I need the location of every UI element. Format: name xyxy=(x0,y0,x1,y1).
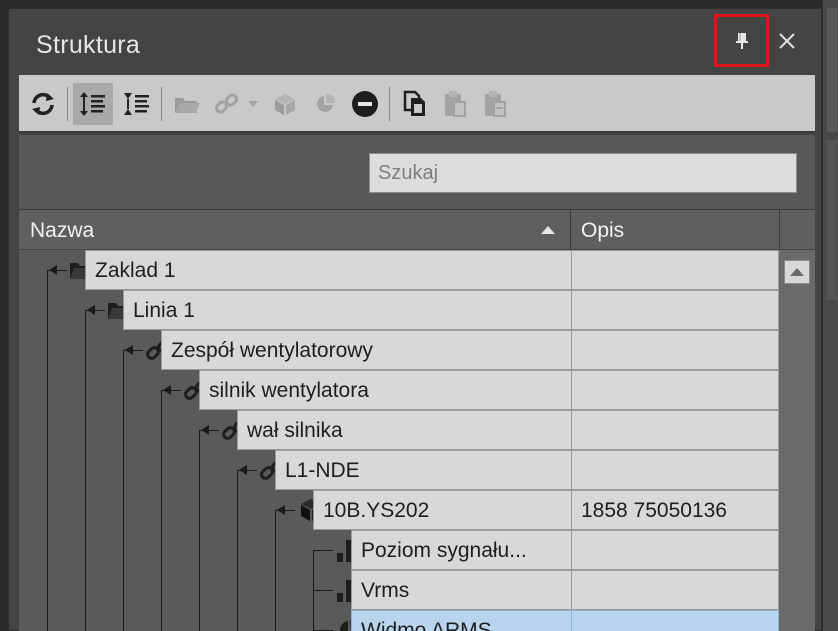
tree-node-label[interactable]: Widmo ARMS xyxy=(351,610,571,631)
remove-button[interactable] xyxy=(345,83,385,125)
panel-title: Struktura xyxy=(36,31,141,59)
cube-icon xyxy=(275,94,295,115)
expand-toggle-icon[interactable] xyxy=(277,505,285,515)
tree-node-description[interactable] xyxy=(571,330,779,370)
folder-icon xyxy=(175,98,200,113)
tree-column-header: Nazwa Opis xyxy=(19,209,815,250)
structure-panel: Struktura Szukaj Nazwa Opis Zaklad 1 Lin… xyxy=(8,8,822,631)
tree-row[interactable]: Poziom sygnału... xyxy=(19,530,779,570)
add-link-button[interactable] xyxy=(207,83,247,125)
copy-icon xyxy=(403,90,425,116)
tree-node-label[interactable]: 10B.YS202 xyxy=(313,490,571,530)
window-top-edge xyxy=(0,0,838,8)
expand-all-icon xyxy=(80,92,105,116)
pin-icon xyxy=(735,32,748,49)
tree-node-description[interactable] xyxy=(571,290,779,330)
tree-node-description[interactable] xyxy=(571,370,779,410)
toolbar-separator xyxy=(67,87,68,121)
tree-node-description[interactable] xyxy=(571,530,779,570)
tree-row[interactable]: Widmo ARMS xyxy=(19,610,779,631)
column-header-name[interactable]: Nazwa xyxy=(19,210,571,250)
tree-node-label[interactable]: Poziom sygnału... xyxy=(351,530,571,570)
expand-toggle-icon[interactable] xyxy=(49,265,57,275)
refresh-icon xyxy=(32,92,54,116)
refresh-button[interactable] xyxy=(23,83,63,125)
tree-node-label[interactable]: Zaklad 1 xyxy=(85,250,571,290)
tree-row[interactable]: L1-NDE xyxy=(19,450,779,490)
header-scroll-corner xyxy=(781,210,815,250)
tree-node-description[interactable] xyxy=(571,610,779,631)
tree-node-label[interactable]: silnik wentylatora xyxy=(199,370,571,410)
expand-toggle-icon[interactable] xyxy=(125,345,133,355)
tree-row[interactable]: 10B.YS202 1858 75050136 xyxy=(19,490,779,530)
tree-node-description[interactable] xyxy=(571,570,779,610)
adjacent-panel-edge xyxy=(822,0,838,631)
panel-titlebar: Struktura xyxy=(9,9,821,75)
tree-node-label[interactable]: Vrms xyxy=(351,570,571,610)
copy-button[interactable] xyxy=(395,83,435,125)
column-header-name-label: Nazwa xyxy=(30,219,95,242)
tree-node-label[interactable]: Zespół wentylatorowy xyxy=(161,330,571,370)
window-left-edge xyxy=(0,0,8,631)
remove-icon xyxy=(352,91,378,117)
tree-node-label[interactable]: wał silnika xyxy=(237,410,571,450)
tree-connector xyxy=(313,550,333,551)
add-component-button[interactable] xyxy=(265,83,305,125)
structure-tree: Zaklad 1 Linia 1 Zespół wentylatorowy silni… xyxy=(19,250,779,631)
toolbar-separator xyxy=(161,87,162,121)
scroll-up-button[interactable] xyxy=(784,260,810,284)
collapse-all-icon xyxy=(124,93,149,115)
close-button[interactable] xyxy=(773,27,801,55)
toolbar-separator xyxy=(389,87,390,121)
add-measurement-button[interactable] xyxy=(305,83,345,125)
add-folder-button[interactable] xyxy=(167,83,207,125)
paste-icon xyxy=(445,91,466,117)
column-header-description-label: Opis xyxy=(581,219,625,242)
expand-toggle-icon[interactable] xyxy=(239,465,247,475)
tree-row[interactable]: Zaklad 1 xyxy=(19,250,779,290)
pin-button[interactable] xyxy=(714,14,769,67)
tree-connector xyxy=(313,590,333,591)
expand-toggle-icon[interactable] xyxy=(163,385,171,395)
sort-ascending-icon[interactable] xyxy=(541,226,555,234)
tree-row[interactable]: Linia 1 xyxy=(19,290,779,330)
structure-toolbar xyxy=(19,75,815,133)
tree-row[interactable]: Vrms xyxy=(19,570,779,610)
expand-toggle-icon[interactable] xyxy=(201,425,209,435)
expand-toggle-icon[interactable] xyxy=(87,305,95,315)
tree-node-label[interactable]: L1-NDE xyxy=(275,450,571,490)
adjacent-panel-segment xyxy=(827,140,837,300)
close-icon xyxy=(779,33,795,49)
collapse-all-button[interactable] xyxy=(117,83,157,125)
paste-button[interactable] xyxy=(435,83,475,125)
tree-node-description[interactable] xyxy=(571,450,779,490)
tree-row[interactable]: wał silnika xyxy=(19,410,779,450)
search-input[interactable] xyxy=(369,153,797,193)
tree-node-description[interactable]: 1858 75050136 xyxy=(571,490,779,530)
add-link-dropdown[interactable] xyxy=(243,83,263,125)
link-icon xyxy=(214,93,239,114)
pie-chart-icon xyxy=(317,93,336,112)
adjacent-panel-segment xyxy=(827,8,837,132)
tree-row[interactable]: silnik wentylatora xyxy=(19,370,779,410)
tree-node-description[interactable] xyxy=(571,410,779,450)
column-header-description[interactable]: Opis xyxy=(572,210,780,250)
expand-all-button[interactable] xyxy=(73,83,113,125)
paste-special-icon xyxy=(485,91,506,117)
search-bar xyxy=(19,135,815,209)
vertical-scrollbar[interactable] xyxy=(779,250,815,631)
tree-node-label[interactable]: Linia 1 xyxy=(123,290,571,330)
tree-row[interactable]: Zespół wentylatorowy xyxy=(19,330,779,370)
paste-special-button[interactable] xyxy=(475,83,515,125)
tree-node-description[interactable] xyxy=(571,250,779,290)
dropdown-arrow-icon xyxy=(248,101,258,107)
